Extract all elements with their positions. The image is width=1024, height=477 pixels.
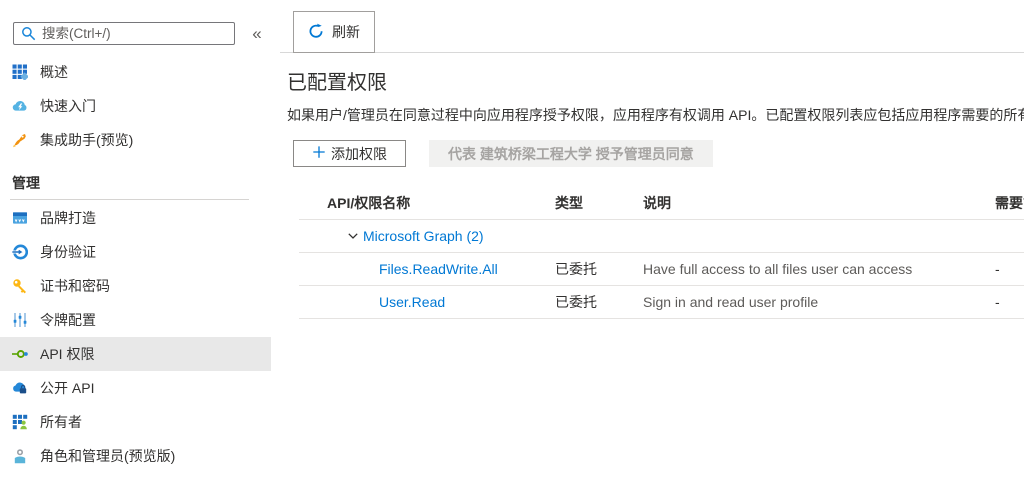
permission-name-link[interactable]: User.Read (379, 294, 445, 310)
sidebar-item-label: 公开 API (40, 378, 94, 398)
permission-admin-consent: - (987, 294, 1024, 310)
sidebar-item-token-configuration[interactable]: 令牌配置 (0, 303, 271, 337)
sidebar-item-label: 角色和管理员(预览版) (40, 446, 175, 466)
permissions-table: API/权限名称 类型 说明 需要管理员同意 Microsoft Graph (… (299, 186, 1024, 319)
certificates-icon (12, 278, 28, 294)
sidebar: « 概述 快速入门 集成助手(预览) 管 (0, 0, 271, 477)
sidebar-item-label: 快速入门 (40, 96, 96, 116)
action-buttons-row: 添加权限 代表 建筑桥梁工程大学 授予管理员同意 (287, 140, 1024, 167)
sidebar-item-owners[interactable]: 所有者 (0, 405, 271, 439)
sidebar-item-label: 证书和密码 (40, 276, 110, 296)
token-configuration-icon (12, 312, 28, 328)
sidebar-nav: 概述 快速入门 集成助手(预览) 管理 (0, 55, 271, 473)
permission-row[interactable]: Files.ReadWrite.All 已委托 Have full access… (299, 253, 1024, 286)
main-content: 刷新 已配置权限 如果用户/管理员在同意过程中向应用程序授予权限，应用程序有权调… (280, 0, 1024, 477)
refresh-button[interactable]: 刷新 (293, 11, 375, 53)
permission-admin-consent: - (987, 261, 1024, 277)
permission-description: Sign in and read user profile (643, 294, 987, 310)
column-header-description[interactable]: 说明 (643, 193, 987, 213)
manage-section-label: 管理 (12, 173, 40, 193)
sidebar-item-integration-assistant[interactable]: 集成助手(预览) (0, 123, 271, 157)
column-header-permission-name[interactable]: API/权限名称 (299, 193, 555, 213)
sidebar-item-label: 身份验证 (40, 242, 96, 262)
sidebar-search-row: « (0, 22, 271, 46)
sidebar-item-label: 令牌配置 (40, 310, 96, 330)
roles-administrators-icon (12, 448, 28, 464)
permission-row[interactable]: User.Read 已委托 Sign in and read user prof… (299, 286, 1024, 319)
manage-nav-group: 品牌打造 身份验证 证书和密码 (0, 201, 271, 473)
refresh-label: 刷新 (332, 22, 360, 42)
sidebar-item-expose-api[interactable]: 公开 API (0, 371, 271, 405)
permission-description: Have full access to all files user can a… (643, 261, 987, 277)
manage-section-header: 管理 (0, 170, 271, 196)
api-group-link[interactable]: Microsoft Graph (2) (363, 228, 484, 244)
column-header-type[interactable]: 类型 (555, 193, 643, 213)
search-box[interactable] (13, 22, 235, 45)
add-permission-label: 添加权限 (331, 144, 387, 164)
column-header-admin-consent[interactable]: 需要管理员同意 (987, 193, 1024, 213)
permission-type: 已委托 (555, 259, 643, 279)
owners-icon (12, 414, 28, 430)
sidebar-item-authentication[interactable]: 身份验证 (0, 235, 271, 269)
page-description: 如果用户/管理员在同意过程中向应用程序授予权限，应用程序有权调用 API。已配置… (287, 106, 1024, 125)
sidebar-item-roles-administrators[interactable]: 角色和管理员(预览版) (0, 439, 271, 473)
app-root: « 概述 快速入门 集成助手(预览) 管 (0, 0, 1024, 477)
sidebar-item-quickstart[interactable]: 快速入门 (0, 89, 271, 123)
plus-icon (312, 145, 326, 162)
page-body: 已配置权限 如果用户/管理员在同意过程中向应用程序授予权限，应用程序有权调用 A… (280, 53, 1024, 319)
expose-api-icon (12, 380, 28, 396)
collapse-sidebar-button[interactable]: « (246, 24, 268, 44)
table-header-row: API/权限名称 类型 说明 需要管理员同意 (299, 186, 1024, 220)
overview-icon (12, 64, 28, 80)
search-input[interactable] (42, 24, 234, 43)
grant-admin-consent-button: 代表 建筑桥梁工程大学 授予管理员同意 (429, 140, 713, 167)
authentication-icon (12, 244, 28, 260)
add-permission-button[interactable]: 添加权限 (293, 140, 406, 167)
section-divider (10, 199, 249, 200)
refresh-icon (308, 23, 324, 42)
quickstart-icon (12, 98, 28, 114)
integration-assistant-icon (12, 132, 28, 148)
sidebar-item-certificates-secrets[interactable]: 证书和密码 (0, 269, 271, 303)
sidebar-item-label: 品牌打造 (40, 208, 96, 228)
sidebar-item-label: 概述 (40, 62, 68, 82)
api-group-row[interactable]: Microsoft Graph (2) (299, 220, 1024, 253)
sidebar-item-label: 集成助手(预览) (40, 130, 133, 150)
sidebar-item-overview[interactable]: 概述 (0, 55, 271, 89)
permission-type: 已委托 (555, 292, 643, 312)
page-title: 已配置权限 (287, 70, 1024, 97)
search-icon (21, 26, 36, 41)
branding-icon (12, 210, 28, 226)
api-permissions-icon (12, 346, 28, 362)
sidebar-item-branding[interactable]: 品牌打造 (0, 201, 271, 235)
sidebar-item-label: API 权限 (40, 344, 94, 364)
command-bar: 刷新 (280, 0, 1024, 53)
permission-name-link[interactable]: Files.ReadWrite.All (379, 261, 498, 277)
sidebar-item-api-permissions[interactable]: API 权限 (0, 337, 271, 371)
chevron-down-icon[interactable] (347, 230, 359, 242)
sidebar-item-label: 所有者 (40, 412, 82, 432)
